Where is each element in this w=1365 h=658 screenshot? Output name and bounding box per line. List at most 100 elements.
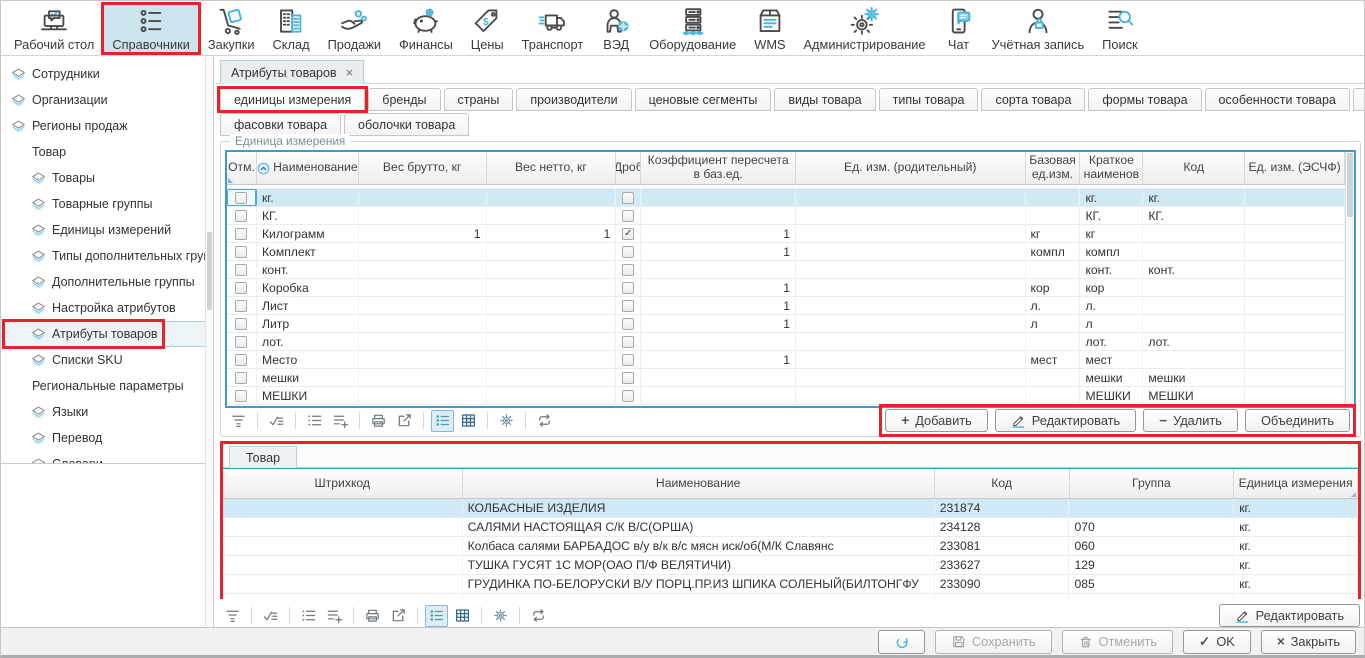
subtab-product-features[interactable]: особенности товара [1205,88,1350,111]
sidebar-item-product-attributes[interactable]: Атрибуты товаров [1,321,213,347]
row-checkbox[interactable] [235,354,247,366]
scrollbar-thumb[interactable] [207,232,212,310]
edit-product-button[interactable]: Редактировать [1219,604,1360,627]
save-button[interactable]: Сохранить [935,630,1052,654]
subtab-product-packages[interactable]: упаковки товара [1353,88,1365,111]
fraction-checkbox[interactable] [622,300,634,312]
toolbar-item-desktop[interactable]: Рабочий стол [5,3,103,54]
fraction-checkbox[interactable] [622,390,634,402]
subtab-product-sorts[interactable]: сорта товара [981,88,1085,111]
num-list-toolbar-button[interactable] [297,605,320,627]
sidebar-item-languages[interactable]: Языки [1,399,213,425]
toolbar-item-warehouse[interactable]: Склад [264,3,319,54]
product-row[interactable]: КОЛБАСНЫЕ ИЗДЕЛИЯ231874кг. [223,499,1358,518]
grid-view-toolbar-button[interactable] [451,605,474,627]
unit-row[interactable]: Коробка1коркор [227,279,1345,297]
product-row[interactable]: Колбаса салями БАРБАДОС в/у в/к в/с мясн… [223,537,1358,556]
toolbar-item-equipment[interactable]: Оборудование [640,3,745,54]
subtab-units[interactable]: единицы измерения [220,88,365,111]
column-header-net[interactable]: Вес нетто, кг [487,152,617,184]
row-checkbox[interactable] [235,300,247,312]
column-header-unit[interactable]: Единица измерения [1234,469,1358,498]
fraction-checkbox[interactable] [622,372,634,384]
column-header-name[interactable]: Наименование [463,469,935,498]
toolbar-item-purchases[interactable]: Закупки [199,3,264,54]
reload-toolbar-button[interactable] [527,605,550,627]
reload-toolbar-button[interactable] [533,410,556,432]
list-add-toolbar-button[interactable] [323,605,346,627]
sidebar-item-measure-units[interactable]: Единицы измерений [1,217,213,243]
ok-button[interactable]: ✓OK [1183,630,1251,654]
list-view-toolbar-button[interactable] [425,605,448,627]
fraction-checkbox[interactable] [622,192,634,204]
subtab-countries[interactable]: страны [444,88,514,111]
sidebar-item-regional-params[interactable]: Региональные параметры [1,373,213,399]
unit-row[interactable]: мешкимешкимешки [227,369,1345,387]
product-row[interactable]: ТУШКА ГУСЯТ 1С МОР(ОАО П/Ф ВЕЛЯТИЧИ)2336… [223,556,1358,575]
sidebar-item-translation[interactable]: Перевод [1,425,213,451]
cancel-button[interactable]: Отменить [1062,630,1173,654]
sidebar-item-organizations[interactable]: Организации [1,87,213,113]
column-header-frac[interactable]: Дроб [616,152,641,184]
toolbar-item-ved[interactable]: ВЭД [592,3,640,54]
toolbar-item-sales[interactable]: Продажи [319,3,390,54]
filter-toolbar-button[interactable] [221,605,244,627]
refresh-button[interactable] [878,630,925,654]
row-checkbox[interactable] [235,228,247,240]
column-header-short[interactable]: Краткое наименов [1080,152,1143,184]
unit-row[interactable]: кг.кг.кг. [227,189,1345,207]
fx-check-toolbar-button[interactable] [259,605,282,627]
toolbar-item-directories[interactable]: Справочники [103,3,199,54]
column-header-code[interactable]: Код [935,469,1070,498]
row-checkbox[interactable] [235,246,247,258]
fraction-checkbox[interactable] [622,264,634,276]
filter-toolbar-button[interactable] [227,410,250,432]
subtab-manufacturers[interactable]: производители [516,88,631,111]
column-header-gross[interactable]: Вес брутто, кг [359,152,487,184]
unit-row[interactable]: Лист1л.л. [227,297,1345,315]
column-header-mark[interactable]: Отм. [227,152,257,184]
unit-row[interactable]: конт.конт.конт. [227,261,1345,279]
toolbar-item-finance[interactable]: Финансы [390,3,462,54]
fraction-checkbox[interactable] [622,318,634,330]
column-header-group[interactable]: Группа [1070,469,1235,498]
unit-row[interactable]: Комплект1комплкомпл [227,243,1345,261]
sidebar-scrollbar[interactable] [205,57,213,627]
row-checkbox[interactable] [235,372,247,384]
column-header-coef[interactable]: Коэффициент пересчета в баз.ед. [641,152,796,184]
sidebar-item-sku-lists[interactable]: Списки SKU [1,347,213,373]
subtab-product-types[interactable]: типы товара [879,88,979,111]
unit-row[interactable]: МЕШКИМЕШКИМЕШКИ [227,387,1345,405]
settings-toolbar-button[interactable] [489,605,512,627]
subtab-product-forms[interactable]: формы товара [1088,88,1201,111]
merge-button[interactable]: Объединить [1245,409,1350,432]
toolbar-item-wms[interactable]: WMS [745,3,794,54]
sidebar-item-attribute-setup[interactable]: Настройка атрибутов [1,295,213,321]
units-table-scrollbar[interactable] [1345,152,1354,406]
tab-close-icon[interactable]: × [346,65,354,80]
row-checkbox[interactable] [235,318,247,330]
list-view-toolbar-button[interactable] [431,410,454,432]
scrollbar-thumb[interactable] [1347,153,1353,217]
subtab-product-kinds[interactable]: виды товара [774,88,875,111]
column-header-code[interactable]: Код [1143,152,1245,184]
settings-toolbar-button[interactable] [495,410,518,432]
fraction-checkbox[interactable] [622,336,634,348]
product-row[interactable]: ГРУДИНКА ПО-БЕЛОРУСКИ В/У ПОРЦ.ПР.ИЗ ШПИ… [223,575,1358,594]
product-row[interactable]: САЛЯМИ НАСТОЯЩАЯ С/К В/С(ОРША)234128070к… [223,518,1358,537]
fraction-checkbox[interactable] [622,246,634,258]
row-checkbox[interactable] [235,336,247,348]
row-checkbox[interactable] [235,264,247,276]
column-header-eschf[interactable]: Ед. изм. (ЭСЧФ) [1245,152,1345,184]
sidebar-item-dictionaries[interactable]: Словари [1,451,213,464]
grid-view-toolbar-button[interactable] [457,410,480,432]
edit-button[interactable]: Редактировать [995,409,1136,432]
subtab-price-segments[interactable]: ценовые сегменты [635,88,772,111]
row-checkbox[interactable] [235,282,247,294]
sidebar-item-product-groups[interactable]: Товарные группы [1,191,213,217]
sidebar-item-extra-group-types[interactable]: Типы дополнительных групп [1,243,213,269]
toolbar-item-administration[interactable]: Администрирование [795,3,935,54]
column-header-name[interactable]: Наименование [257,152,359,184]
unit-row[interactable]: лот.лот.лот. [227,333,1345,351]
sidebar-item-sales-regions[interactable]: Регионы продаж [1,113,213,139]
